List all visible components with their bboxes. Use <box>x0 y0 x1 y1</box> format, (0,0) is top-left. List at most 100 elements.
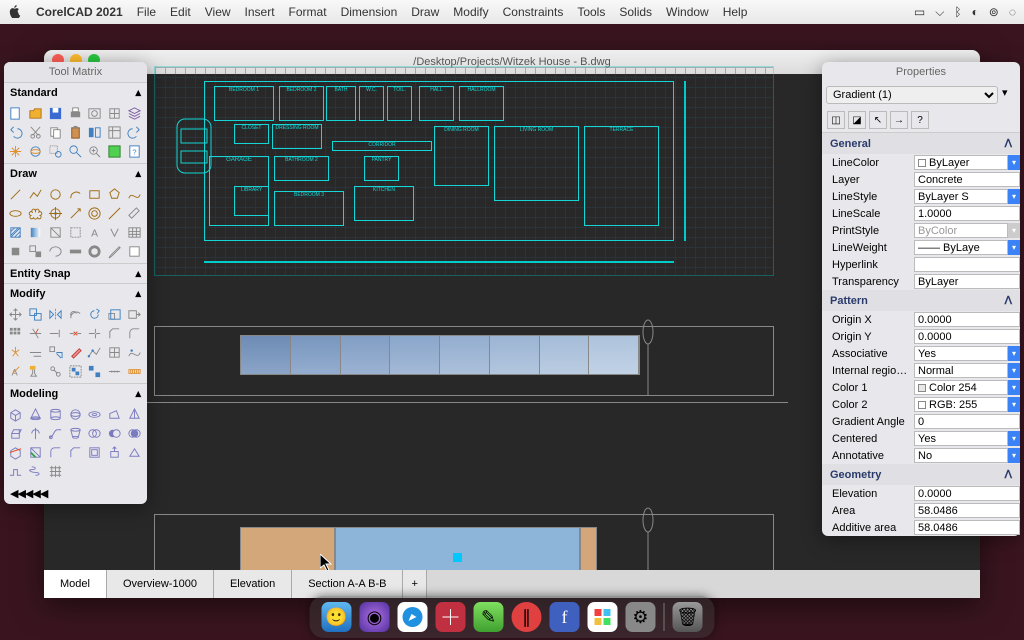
sketch-icon[interactable] <box>106 243 123 260</box>
helix-icon[interactable] <box>67 243 84 260</box>
siri-icon[interactable]: ◉ <box>360 602 390 632</box>
colorsync-icon[interactable] <box>588 602 618 632</box>
insert-icon[interactable] <box>27 243 44 260</box>
print-icon[interactable] <box>67 105 84 122</box>
pick-toggle-icon[interactable]: ◪ <box>848 111 866 129</box>
erase-icon[interactable] <box>67 344 84 361</box>
prop-color1[interactable]: Color 254 <box>914 380 1008 395</box>
section-modeling[interactable]: Modeling▴ <box>4 383 147 403</box>
trim-icon[interactable] <box>27 325 44 342</box>
prop-centered[interactable]: Yes <box>914 431 1008 446</box>
join-icon[interactable] <box>86 325 103 342</box>
explode-icon[interactable] <box>7 344 24 361</box>
dropdown-icon[interactable]: ▾ <box>1008 380 1020 395</box>
dropdown-icon[interactable]: ▾ <box>1002 86 1016 104</box>
mask-icon[interactable] <box>126 243 143 260</box>
cylinder-icon[interactable] <box>47 406 64 423</box>
pan-icon[interactable] <box>7 143 24 160</box>
arc-icon[interactable] <box>67 186 84 203</box>
mesh-icon[interactable] <box>47 463 64 480</box>
zoom-realtime-icon[interactable] <box>86 143 103 160</box>
section-general[interactable]: Generalᐱ <box>822 133 1020 154</box>
match-props-icon[interactable] <box>86 124 103 141</box>
dropdown-icon[interactable]: ▾ <box>1008 155 1020 170</box>
parallels-icon[interactable]: ∥ <box>512 602 542 632</box>
orbit-icon[interactable] <box>27 143 44 160</box>
pick-add-icon[interactable]: ◫ <box>827 111 845 129</box>
copy-icon[interactable] <box>47 124 64 141</box>
prop-elevation[interactable]: 0.0000 <box>914 486 1020 501</box>
system-preferences-icon[interactable]: ⚙ <box>626 602 656 632</box>
prop-linestyle[interactable]: ByLayer S <box>914 189 1008 204</box>
ungroup-icon[interactable] <box>86 363 103 380</box>
section-standard[interactable]: Standard▴ <box>4 82 147 102</box>
menu-insert[interactable]: Insert <box>245 5 275 19</box>
macos-dock[interactable]: 🙂 ◉ ✎ ∥ f ⚙ 🗑 <box>310 596 715 638</box>
layers-icon[interactable] <box>126 105 143 122</box>
prop-layer[interactable]: Concrete <box>914 172 1020 187</box>
menu-tools[interactable]: Tools <box>577 5 605 19</box>
selection-grip[interactable] <box>453 553 462 562</box>
prop-hyperlink[interactable] <box>914 257 1020 272</box>
chamfer-icon[interactable] <box>106 325 123 342</box>
apple-menu-icon[interactable] <box>8 4 22 21</box>
pyramid-icon[interactable] <box>126 406 143 423</box>
boundary-icon[interactable] <box>67 224 84 241</box>
menu-constraints[interactable]: Constraints <box>503 5 564 19</box>
prop-originx[interactable]: 0.0000 <box>914 312 1020 327</box>
menu-format[interactable]: Format <box>289 5 327 19</box>
wifi-icon[interactable]: ⌵ <box>935 5 944 20</box>
point-icon[interactable] <box>47 205 64 222</box>
menu-dimension[interactable]: Dimension <box>341 5 398 19</box>
region-icon[interactable] <box>47 224 64 241</box>
publish-icon[interactable] <box>106 105 123 122</box>
3dpoly-icon[interactable] <box>126 205 143 222</box>
selection-dropdown[interactable]: Gradient (1) <box>826 86 998 104</box>
gradient-icon[interactable] <box>27 224 44 241</box>
donut-icon[interactable] <box>86 243 103 260</box>
menu-window[interactable]: Window <box>666 5 709 19</box>
lengthen-icon[interactable] <box>27 344 44 361</box>
regen-icon[interactable] <box>106 143 123 160</box>
break-icon[interactable] <box>67 325 84 342</box>
app-title[interactable]: CorelCAD 2021 <box>36 5 123 19</box>
line-icon[interactable] <box>7 186 24 203</box>
section-geometry[interactable]: Geometryᐱ <box>822 464 1020 485</box>
ellipse-icon[interactable] <box>7 205 24 222</box>
prop-lineweight[interactable]: —— ByLaye <box>914 240 1008 255</box>
properties-icon[interactable] <box>106 124 123 141</box>
presspull-icon[interactable] <box>106 444 123 461</box>
sphere-icon[interactable] <box>67 406 84 423</box>
prop-transparency[interactable]: ByLayer <box>914 274 1020 289</box>
pick-previous-icon[interactable]: → <box>890 111 908 129</box>
dropdown-icon[interactable]: ▾ <box>1008 448 1020 463</box>
3dface-icon[interactable] <box>126 444 143 461</box>
text-icon[interactable]: A <box>86 224 103 241</box>
section-icon[interactable] <box>27 444 44 461</box>
safari-icon[interactable] <box>398 602 428 632</box>
box-icon[interactable] <box>7 406 24 423</box>
dropdown-icon[interactable]: ▾ <box>1008 346 1020 361</box>
infinite-icon[interactable] <box>106 205 123 222</box>
intersect-icon[interactable] <box>126 425 143 442</box>
palette-resize-handle[interactable]: ◀◀◀◀◀ <box>4 483 147 504</box>
mtext-icon[interactable] <box>106 224 123 241</box>
revolve-icon[interactable] <box>27 425 44 442</box>
wedge-icon[interactable] <box>106 406 123 423</box>
rectangle-icon[interactable] <box>86 186 103 203</box>
tool-matrix-palette[interactable]: Tool Matrix Standard▴ ? Draw▴ <box>4 62 147 504</box>
trash-icon[interactable]: 🗑 <box>673 602 703 632</box>
props-paint-icon[interactable] <box>27 363 44 380</box>
properties-palette[interactable]: Properties Gradient (1) ▾ ◫ ◪ ↖ → ? Gene… <box>822 62 1020 536</box>
editpoly-icon[interactable] <box>86 344 103 361</box>
xline-icon[interactable] <box>86 205 103 222</box>
corelcad-icon[interactable] <box>436 602 466 632</box>
revision-cloud-icon[interactable] <box>27 205 44 222</box>
spline-icon[interactable] <box>126 186 143 203</box>
sound-icon[interactable]: ◐ <box>972 5 979 20</box>
menu-help[interactable]: Help <box>723 5 748 19</box>
loft-icon[interactable] <box>67 425 84 442</box>
zoom-window-icon[interactable] <box>47 143 64 160</box>
helixsolid-icon[interactable] <box>27 463 44 480</box>
menu-modify[interactable]: Modify <box>453 5 488 19</box>
